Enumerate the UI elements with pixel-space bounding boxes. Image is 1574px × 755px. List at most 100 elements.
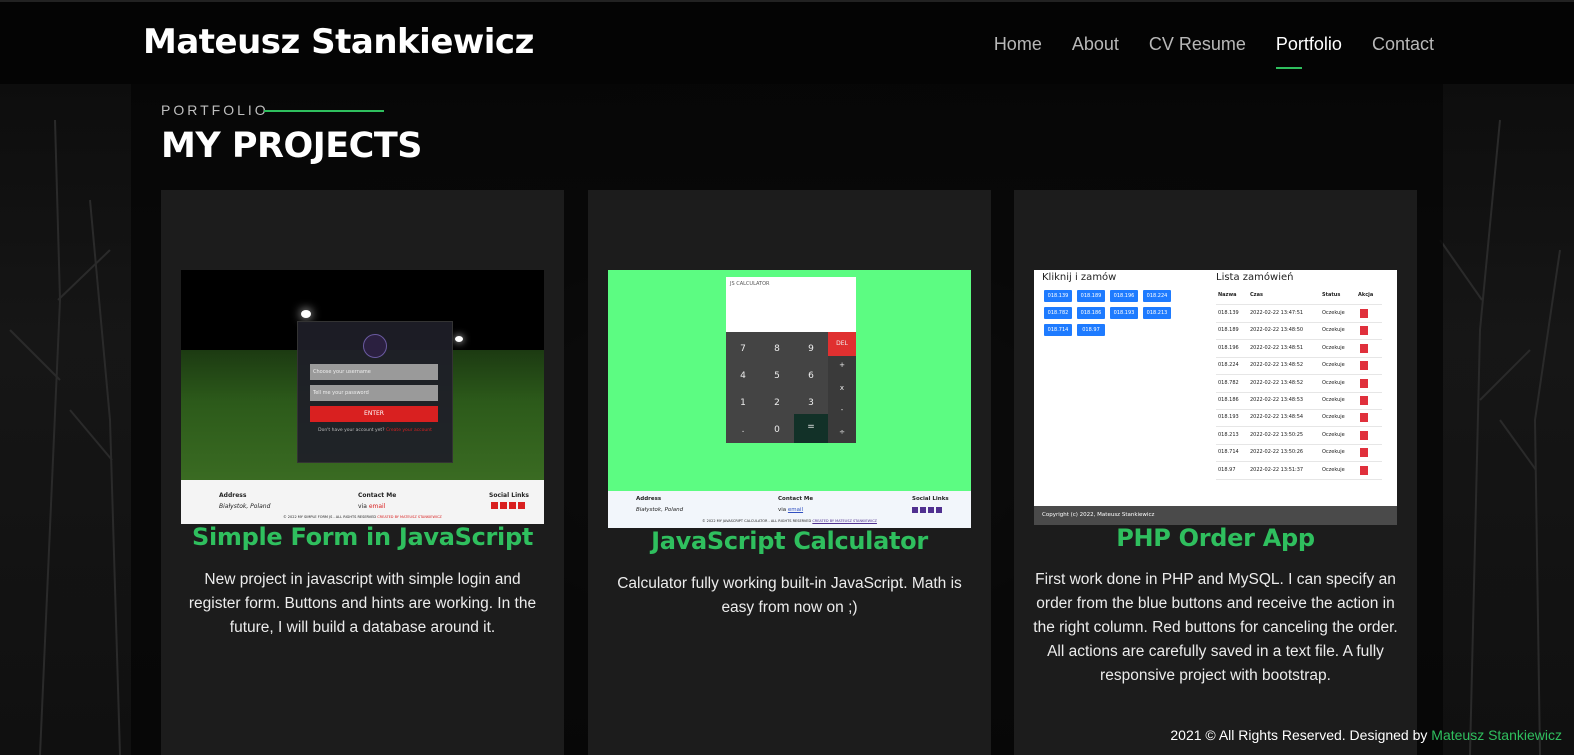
password-field: Tell me your password <box>310 385 438 401</box>
order-cell: 2022-02-22 13:48:52 <box>1250 379 1304 386</box>
footer-copyright-text: © 2022 MY SIMPLE FORM JS - ALL RIGHTS RE… <box>283 515 377 519</box>
order-cell: Oczekuje <box>1322 431 1345 438</box>
column-header: Czas <box>1250 292 1263 298</box>
calc-key: 1 <box>740 398 746 408</box>
linkedin-icon <box>936 507 942 513</box>
project-thumbnail-php-order[interactable]: Kliknij i zamów Lista zamówień 018.139 0… <box>1034 270 1397 525</box>
cancel-order-icon <box>1360 309 1368 318</box>
calc-key: ÷ <box>839 428 845 436</box>
project-thumbnail-simple-form[interactable]: Choose your username Tell me your passwo… <box>181 270 544 524</box>
calc-key: 0 <box>774 425 780 435</box>
avatar-logo-icon <box>363 334 387 358</box>
calc-key: 4 <box>740 371 746 381</box>
enter-button: ENTER <box>310 406 438 422</box>
footer-contact-via-text: via <box>358 503 367 510</box>
order-button: 018.224 <box>1143 290 1171 302</box>
section-title: MY PROJECTS <box>161 126 422 166</box>
calc-key-equals: = <box>794 414 828 443</box>
order-cell: 2022-02-22 13:47:51 <box>1250 310 1304 316</box>
order-button: 018.139 <box>1044 290 1072 302</box>
footer-contact-link: email <box>368 503 386 510</box>
login-form: Choose your username Tell me your passwo… <box>297 321 453 463</box>
order-button: 018.189 <box>1077 290 1105 302</box>
order-cell: 2022-02-22 13:48:51 <box>1250 344 1304 351</box>
order-button: 018.97 <box>1077 324 1105 336</box>
main-nav: Home About CV Resume Portfolio Contact <box>994 34 1434 69</box>
order-cell: Oczekuje <box>1322 466 1345 473</box>
order-button: 018.782 <box>1044 307 1072 319</box>
brand-name[interactable]: Mateusz Stankiewicz <box>143 22 534 62</box>
footer-created-by: CREATED BY MATEUSZ STANKIEWICZ <box>812 519 877 523</box>
order-cell: Oczekuje <box>1322 362 1345 369</box>
project-card-calculator: JS CALCULATOR 7 8 9 DEL 4 5 6 + 1 2 3 x … <box>588 190 991 755</box>
footer-social-label: Social Links <box>912 496 949 502</box>
order-list-title: Lista zamówień <box>1216 272 1294 283</box>
order-table-row: 018.782 2022-02-22 13:48:52 Oczekuje <box>1216 375 1382 393</box>
order-cell: 018.714 <box>1218 449 1239 456</box>
order-cell: 018.186 <box>1218 397 1239 403</box>
order-cell: 018.196 <box>1218 344 1239 351</box>
footer-contact-link: email <box>787 507 804 513</box>
order-table-row: 018.714 2022-02-22 13:50:26 Oczekuje <box>1216 444 1382 463</box>
order-table-row: 018.224 2022-02-22 13:48:52 Oczekuje <box>1216 357 1382 376</box>
footer-copyright-text: © 2022 MY JAVASCRIPT CALCULATOR - ALL RI… <box>702 519 812 523</box>
calc-key: 6 <box>808 371 814 381</box>
nav-contact[interactable]: Contact <box>1372 34 1434 63</box>
thumbnail-footer: Address Białystok, Poland Contact Me via… <box>181 480 544 524</box>
project-title[interactable]: Simple Form in JavaScript <box>161 523 564 551</box>
project-title[interactable]: PHP Order App <box>1014 524 1417 552</box>
floodlight-icon <box>455 336 463 342</box>
nav-portfolio[interactable]: Portfolio <box>1275 34 1342 69</box>
username-field: Choose your username <box>310 364 438 380</box>
calculator-widget: JS CALCULATOR 7 8 9 DEL 4 5 6 + 1 2 3 x … <box>726 277 856 443</box>
order-cell: 2022-02-22 13:50:26 <box>1250 449 1304 456</box>
footer-address-value: Białystok, Poland <box>636 507 684 513</box>
footer-contact-via: via email <box>778 507 803 513</box>
order-cell: 018.139 <box>1218 310 1239 316</box>
instagram-icon <box>500 502 507 509</box>
nav-cv-resume[interactable]: CV Resume <box>1149 34 1246 63</box>
order-cell: Oczekuje <box>1322 414 1345 421</box>
thumbnail-footer: Address Białystok, Poland Contact Me via… <box>608 491 971 528</box>
signup-hint-link: Create your account <box>386 428 432 433</box>
cancel-order-icon <box>1360 343 1368 353</box>
footer-contact-label: Contact Me <box>778 496 814 502</box>
linkedin-icon <box>518 502 525 509</box>
order-panel-title: Kliknij i zamów <box>1042 272 1117 283</box>
github-icon <box>928 507 934 513</box>
calculator-display: JS CALCULATOR <box>726 277 856 332</box>
footer-contact-via: via email <box>358 503 385 510</box>
order-cell: Oczekuje <box>1322 327 1345 334</box>
order-cell: Oczekuje <box>1322 397 1345 403</box>
order-table-row: 018.186 2022-02-22 13:48:53 Oczekuje <box>1216 392 1382 410</box>
order-table-row: 018.196 2022-02-22 13:48:51 Oczekuje <box>1216 340 1382 358</box>
footer-created-by: CREATED BY MATEUSZ STANKIEWICZ <box>377 515 442 519</box>
nav-home[interactable]: Home <box>994 34 1042 63</box>
footer-author-link[interactable]: Mateusz Stankiewicz <box>1431 727 1562 743</box>
column-header: Akcja <box>1358 292 1374 298</box>
cancel-order-icon <box>1360 326 1368 336</box>
top-navbar: Mateusz Stankiewicz Home About CV Resume… <box>0 0 1574 84</box>
thumbnail-footer: Copyright (c) 2022, Mateusz Stankiewicz <box>1034 506 1397 525</box>
nav-about[interactable]: About <box>1072 34 1119 63</box>
social-icons <box>912 507 942 513</box>
order-button: 018.186 <box>1077 307 1105 319</box>
calc-key: 9 <box>808 344 814 354</box>
order-cell: Oczekuje <box>1322 310 1345 316</box>
cancel-order-icon <box>1360 430 1368 440</box>
project-title[interactable]: JavaScript Calculator <box>588 527 991 555</box>
project-thumbnail-calculator[interactable]: JS CALCULATOR 7 8 9 DEL 4 5 6 + 1 2 3 x … <box>608 270 971 528</box>
twitter-icon <box>912 507 918 513</box>
calc-key: 2 <box>774 398 780 408</box>
calc-key: . <box>741 425 745 435</box>
calc-key: 5 <box>774 371 780 381</box>
project-description: First work done in PHP and MySQL. I can … <box>1033 571 1398 684</box>
order-cell: 2022-02-22 13:48:52 <box>1250 362 1304 369</box>
order-table-row: 018.139 2022-02-22 13:47:51 Oczekuje <box>1216 305 1382 323</box>
order-table-row: 018.97 2022-02-22 13:51:37 Oczekuje <box>1216 462 1382 480</box>
order-button: 018.213 <box>1143 307 1171 319</box>
order-cell: 018.193 <box>1218 414 1239 421</box>
order-cell: 2022-02-22 13:51:37 <box>1250 466 1304 473</box>
cancel-order-icon <box>1360 396 1368 405</box>
column-header: Status <box>1322 292 1341 298</box>
